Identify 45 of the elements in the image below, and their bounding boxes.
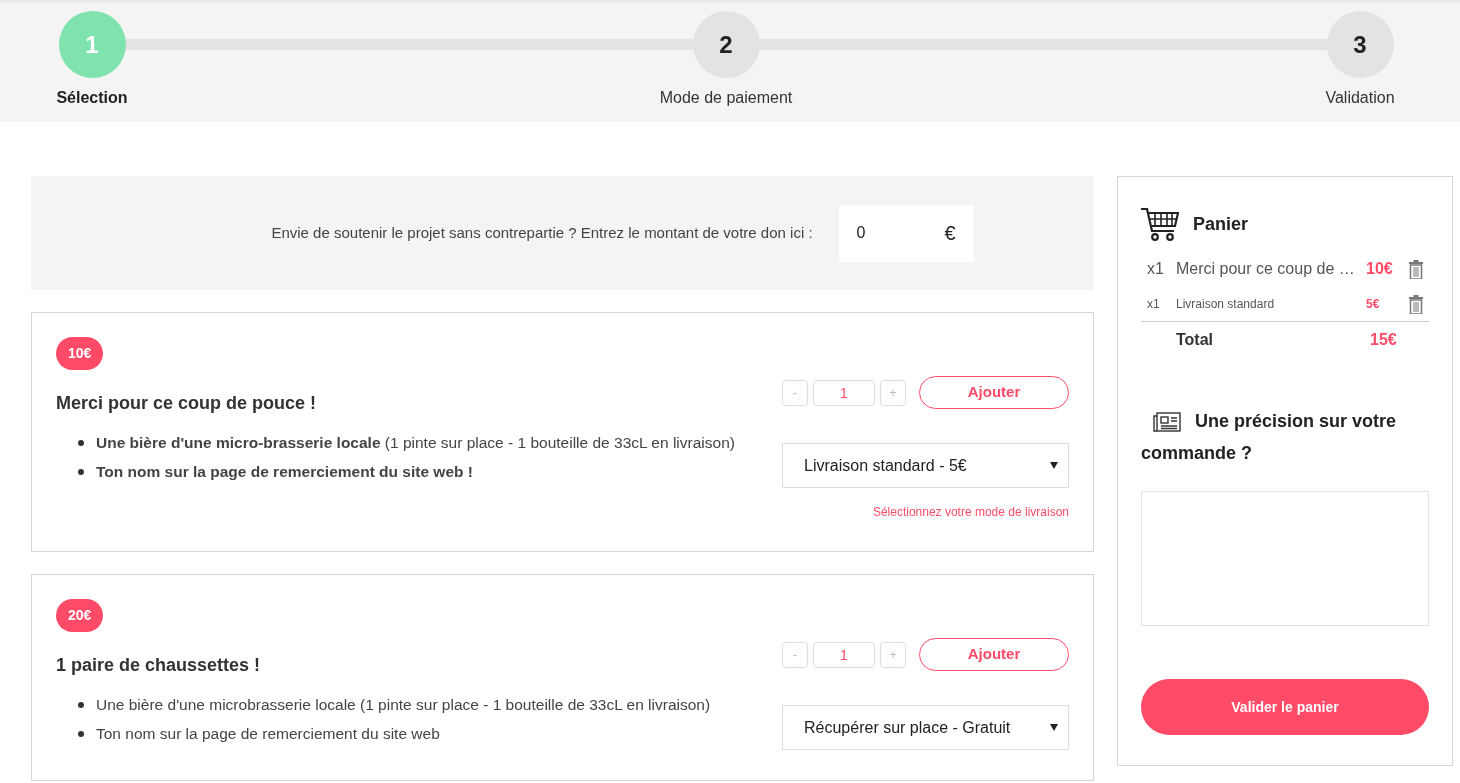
step-label: Sélection (56, 88, 128, 108)
increment-button[interactable]: + (880, 379, 906, 406)
line-name: Livraison standard (1176, 296, 1276, 313)
step-label: Mode de paiement (659, 88, 793, 108)
donation-label: Envie de soutenir le projet sans contrepartie ? Entrez le montant de votre don ici : (271, 222, 813, 243)
reward-title: Merci pour ce coup de pouce ! (56, 392, 318, 415)
quantity-field[interactable]: 1 (813, 379, 875, 406)
line-name: Merci pour ce coup de … (1176, 259, 1356, 279)
bullet-icon (78, 439, 84, 446)
price-badge: 20€ (56, 599, 104, 632)
step-label: Validation (1325, 88, 1395, 108)
total-price: 15€ (1370, 329, 1397, 350)
note-field[interactable] (1141, 491, 1429, 626)
donation-field[interactable]: 0 € (838, 204, 974, 262)
caret-icon (1050, 724, 1058, 731)
line-quantity: x1 (1147, 259, 1165, 279)
submit-button[interactable]: Valider le panier (1141, 679, 1429, 735)
delivery-select[interactable]: Récupérer sur place - Gratuit (782, 705, 1069, 750)
reward-item: Une bière d'une micro-brasserie locale (1 pinte sur place - 1 bouteille de 33cL en livraison) (96, 433, 735, 453)
price-badge: 10€ (56, 337, 104, 370)
reward-title: 1 paire de chaussettes ! (56, 654, 262, 677)
bullet-icon (78, 468, 84, 475)
note-title: commande ? (1141, 442, 1254, 465)
note-title: Une précision sur votre (1195, 410, 1397, 433)
total-label: Total (1176, 329, 1215, 350)
trash-icon[interactable] (1408, 294, 1424, 314)
trash-icon[interactable] (1408, 259, 1424, 279)
caret-icon (1050, 462, 1058, 469)
delivery-hint: Sélectionnez votre mode de livraison (872, 504, 1069, 521)
cart-title: Panier (1193, 212, 1249, 236)
bullet-icon (78, 701, 84, 708)
line-price: 10€ (1366, 259, 1394, 279)
cart-icon (1141, 207, 1179, 241)
reward-item: Une bière d'une microbrasserie locale (1 pinte sur place - 1 bouteille de 33cL en livraison) (96, 695, 711, 715)
increment-button[interactable]: + (880, 641, 906, 668)
bullet-icon (78, 730, 84, 737)
line-quantity: x1 (1147, 296, 1161, 313)
line-price: 5€ (1366, 296, 1381, 313)
decrement-button[interactable]: - (782, 379, 808, 406)
reward-item: Ton nom sur la page de remerciement du site web ! (96, 462, 473, 483)
delivery-select[interactable]: Livraison standard - 5€ (782, 443, 1069, 488)
reward-item: Ton nom sur la page de remerciement du site web (96, 724, 440, 745)
quantity-field[interactable]: 1 (813, 641, 875, 668)
newspaper-icon (1153, 412, 1181, 432)
decrement-button[interactable]: - (782, 641, 808, 668)
